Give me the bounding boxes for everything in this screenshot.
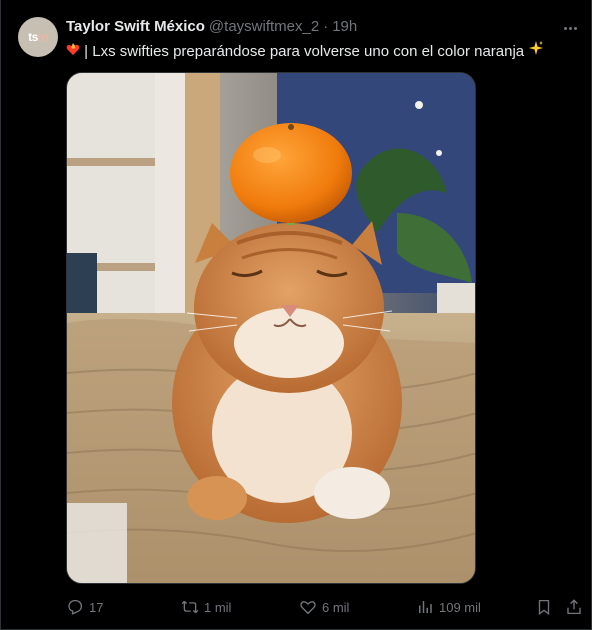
cat-photo: [67, 73, 475, 583]
reply-icon: [68, 599, 83, 615]
repost-icon: [181, 600, 199, 614]
like-count: 6 mil: [322, 599, 350, 615]
bookmark-icon: [538, 599, 550, 616]
reply-count: 17: [89, 599, 104, 615]
tweet-header: Taylor Swift México @tayswiftmex_2 · 19h: [66, 18, 551, 38]
heart-icon: [300, 601, 316, 615]
author-name[interactable]: Taylor Swift México: [66, 18, 205, 35]
views-button[interactable]: 109 mil: [416, 596, 481, 618]
tweet-text-row: | Lxs swifties preparándose para volvers…: [66, 40, 581, 62]
tweet-text: | Lxs swifties preparándose para volvers…: [84, 43, 525, 60]
like-button[interactable]: 6 mil: [299, 596, 349, 618]
post-time[interactable]: 19h: [332, 18, 357, 35]
repost-count: 1 mil: [204, 599, 232, 615]
bookmark-button[interactable]: [535, 596, 553, 618]
views-icon: [419, 601, 432, 613]
author-handle[interactable]: @tayswiftmex_2: [209, 18, 319, 35]
share-icon: [567, 599, 581, 615]
share-button[interactable]: [565, 596, 583, 618]
more-icon[interactable]: [559, 18, 581, 38]
time-separator: ·: [323, 18, 329, 35]
repost-button[interactable]: 1 mil: [181, 596, 231, 618]
avatar-text-accent: m: [37, 30, 49, 44]
heart-on-fire-icon: [66, 41, 80, 61]
tweet-image[interactable]: [66, 72, 476, 584]
avatar-text: ts: [28, 30, 38, 44]
view-count: 109 mil: [439, 599, 481, 615]
sparkles-icon: [528, 40, 544, 61]
reply-button[interactable]: 17: [66, 596, 103, 618]
tweet-card[interactable]: ts m Taylor Swift México @tayswiftmex_2 ·…: [0, 0, 592, 630]
tweet-actions: 17 1 mil 6 mil 109 mil: [66, 596, 586, 618]
avatar[interactable]: ts m: [18, 17, 58, 57]
